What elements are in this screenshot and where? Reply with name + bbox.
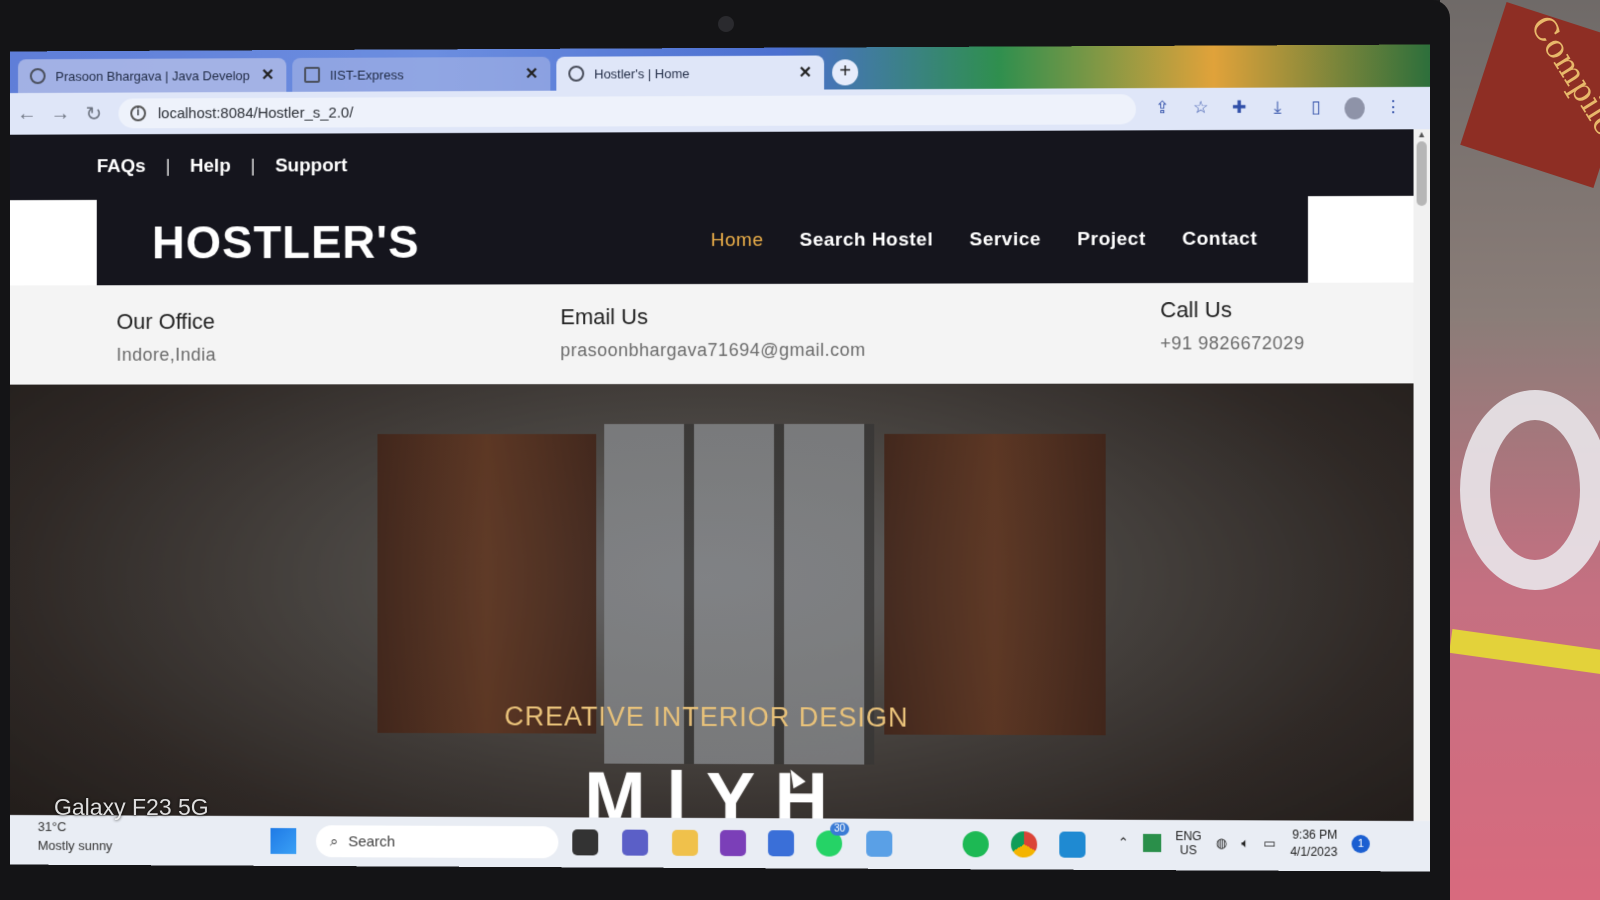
nav-home[interactable]: Home (711, 230, 764, 252)
new-tab-button[interactable]: + (832, 59, 859, 86)
email-block: Email Us prasoonbhargava71694@gmail.com (560, 304, 865, 361)
address-bar[interactable]: i localhost:8084/Hostler_s_2.0/ (118, 94, 1136, 129)
office-label: Our Office (116, 308, 216, 334)
tab-label: IIST-Express (329, 66, 404, 83)
info-icon[interactable]: i (130, 105, 147, 122)
tray-app-icon[interactable] (1142, 833, 1162, 853)
spotify-icon[interactable] (962, 831, 989, 858)
nav-project[interactable]: Project (1077, 229, 1146, 251)
call-block: Call Us +91 9826672029 (1160, 297, 1304, 355)
weather-temp: 31°C (37, 819, 67, 835)
scroll-thumb[interactable] (1416, 141, 1427, 206)
nav-service[interactable]: Service (969, 229, 1041, 251)
whatsapp-icon[interactable]: 30 (816, 822, 850, 857)
tab-hostlers[interactable]: Hostler's | Home ✕ (556, 55, 825, 91)
profile-icon[interactable] (1344, 97, 1365, 120)
lang-line-1: ENG (1175, 829, 1202, 844)
onenote-icon[interactable] (719, 830, 747, 857)
page-scrollbar[interactable]: ▲ ▼ (1413, 129, 1430, 872)
chevron-up-icon[interactable]: ⌃ (1118, 835, 1129, 851)
top-links-bar: FAQs | Help | Support (10, 129, 1414, 201)
share-icon[interactable]: ⇪ (1152, 98, 1172, 120)
task-view-icon[interactable] (572, 829, 599, 856)
desk-background: Compilers (1440, 0, 1600, 900)
office-value: Indore,India (116, 344, 217, 365)
forward-icon[interactable]: → (44, 102, 77, 125)
clock-date: 4/1/2023 (1290, 844, 1338, 859)
email-value[interactable]: prasoonbhargava71694@gmail.com (560, 340, 865, 361)
call-label: Call Us (1160, 297, 1232, 323)
tab-label: Hostler's | Home (594, 65, 690, 82)
help-link[interactable]: Help (190, 156, 231, 178)
office-block: Our Office Indore,India (116, 309, 216, 366)
call-value[interactable]: +91 9826672029 (1160, 333, 1304, 354)
battery-icon[interactable]: ▭ (1263, 835, 1275, 851)
nav-search-hostel[interactable]: Search Hostel (800, 229, 934, 251)
separator: | (250, 155, 256, 177)
tab-iist[interactable]: IIST-Express ✕ (292, 56, 551, 92)
tab-label: Prasoon Bhargava | Java Develop (55, 67, 250, 84)
close-icon[interactable]: ✕ (261, 65, 274, 85)
volume-icon[interactable]: 🔈︎ (1241, 835, 1249, 851)
file-explorer-icon[interactable] (672, 829, 699, 856)
clock[interactable]: 9:36 PM 4/1/2023 (1290, 827, 1337, 861)
weather-widget[interactable]: 31°C Mostly sunny (38, 819, 113, 853)
system-tray: ⌃ ENG US ◍ 🔈︎ ▭ 9:36 PM 4/1/2023 1 (1118, 826, 1370, 861)
tape-roll (1460, 390, 1600, 590)
email-label: Email Us (560, 304, 649, 330)
web-page: FAQs | Help | Support HOSTLER'S Home Sea… (10, 129, 1414, 872)
browser-toolbar: ← → ↻ i localhost:8084/Hostler_s_2.0/ ⇪ … (10, 86, 1430, 135)
back-icon[interactable]: ← (10, 102, 43, 125)
sidepanel-icon[interactable]: ▯ (1306, 97, 1326, 119)
windows-start-icon[interactable] (270, 828, 297, 855)
teams-icon[interactable] (622, 829, 649, 856)
scroll-up-icon[interactable]: ▲ (1414, 129, 1430, 139)
site-logo[interactable]: HOSTLER'S (152, 215, 420, 269)
webcam (718, 16, 734, 32)
hero-banner: CREATIVE INTERIOR DESIGN M l Y H (10, 383, 1414, 872)
tab-strip: Prasoon Bhargava | Java Develop ✕ IIST-E… (10, 44, 1430, 94)
main-navbar: HOSTLER'S Home Search Hostel Service Pro… (96, 196, 1308, 286)
clock-time: 9:36 PM (1292, 827, 1338, 842)
nav-contact[interactable]: Contact (1182, 229, 1257, 251)
extensions-icon[interactable]: ✚ (1229, 98, 1249, 120)
menu-icon[interactable]: ⋮ (1383, 97, 1403, 119)
nav-menu: Home Search Hostel Service Project Conta… (711, 229, 1258, 252)
hero-subtitle: CREATIVE INTERIOR DESIGN (504, 701, 909, 733)
download-icon[interactable]: ⤓ (1267, 98, 1287, 120)
globe-icon (29, 68, 46, 85)
camera-watermark: Galaxy F23 5G (54, 794, 209, 820)
search-icon: ⌕ (329, 832, 339, 850)
star-icon[interactable]: ☆ (1191, 98, 1211, 120)
tab-prasoon[interactable]: Prasoon Bhargava | Java Develop ✕ (18, 58, 287, 94)
toolbar-icons: ⇪ ☆ ✚ ⤓ ▯ ⋮ (1152, 97, 1403, 120)
notification-badge[interactable]: 1 (1351, 834, 1370, 854)
image-icon (304, 66, 320, 83)
taskbar-search-placeholder: Search (348, 832, 396, 851)
network-icon[interactable]: ◍ (1216, 835, 1227, 851)
separator: | (165, 155, 171, 177)
close-icon[interactable]: ✕ (525, 64, 538, 84)
faqs-link[interactable]: FAQs (97, 156, 146, 178)
close-icon[interactable]: ✕ (799, 63, 812, 83)
url-text[interactable]: localhost:8084/Hostler_s_2.0/ (158, 104, 353, 122)
chrome-icon[interactable] (1010, 831, 1038, 858)
windows-taskbar: 31°C Mostly sunny ⌕ Search 30 ⌃ ENG US ◍… (10, 814, 1430, 872)
whatsapp-badge: 30 (830, 822, 850, 836)
screen: Prasoon Bhargava | Java Develop ✕ IIST-E… (10, 44, 1430, 872)
support-link[interactable]: Support (275, 155, 347, 177)
lang-line-2: US (1179, 843, 1197, 858)
contact-info-band: Our Office Indore,India Email Us prasoon… (10, 282, 1414, 385)
reload-icon[interactable]: ↻ (77, 101, 110, 126)
app-icon[interactable] (768, 830, 795, 857)
globe-icon (568, 65, 585, 82)
vscode-icon[interactable] (1059, 831, 1086, 858)
laptop-bezel: Prasoon Bhargava | Java Develop ✕ IIST-E… (0, 0, 1450, 900)
app-box-icon[interactable] (866, 830, 893, 857)
taskbar-search[interactable]: ⌕ Search (316, 825, 559, 859)
language-indicator[interactable]: ENG US (1175, 829, 1201, 857)
weather-desc: Mostly sunny (37, 837, 113, 854)
marker (1449, 628, 1600, 676)
